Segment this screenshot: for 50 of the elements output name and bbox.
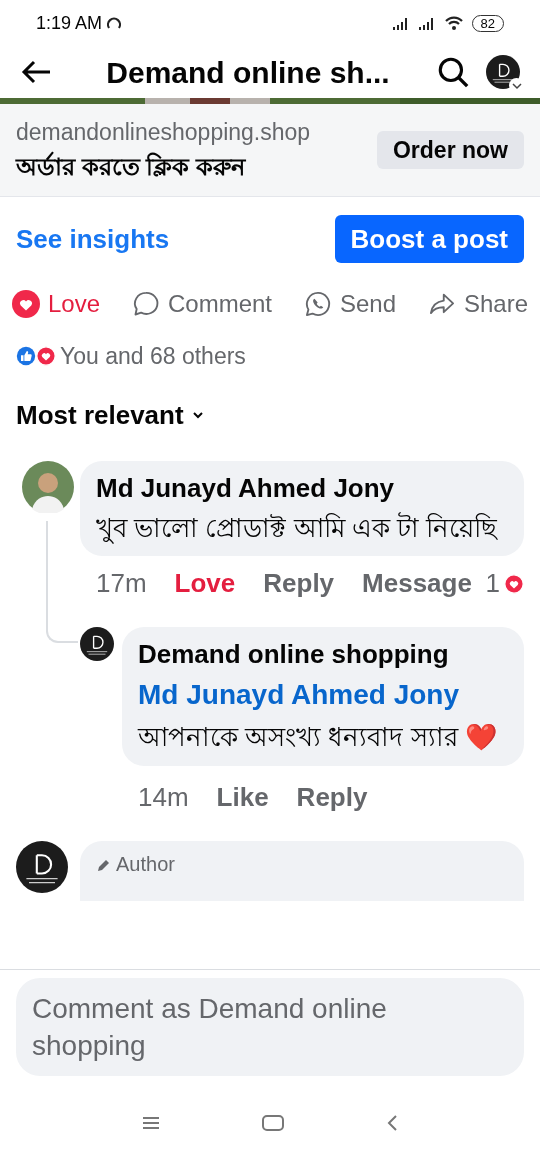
avatar-icon — [22, 461, 74, 513]
pencil-icon — [96, 857, 112, 873]
speech-bubble-icon — [132, 290, 160, 318]
order-now-button[interactable]: Order now — [377, 131, 524, 169]
signal-icon — [391, 16, 410, 30]
reply-text: আপনাকে অসংখ্য ধন্যবাদ স্যার ❤ — [138, 721, 498, 754]
home-icon[interactable] — [261, 1114, 285, 1132]
back-icon[interactable] — [385, 1114, 399, 1132]
loading-icon — [106, 15, 123, 31]
reaction-count: 1 — [485, 567, 500, 600]
comment-text: খুব ভালো প্রোডাক্ট আমি এক টা নিয়েছি — [96, 511, 499, 546]
wifi-icon — [443, 15, 464, 31]
comment-field[interactable]: Comment as Demand online shopping — [16, 978, 524, 1076]
chevron-down-icon — [191, 411, 204, 419]
signal-icon — [417, 16, 436, 30]
love-reaction-icon — [504, 573, 524, 594]
sort-dropdown[interactable]: Most relevant — [16, 393, 204, 437]
comment-author[interactable]: Md Junayd Ahmed Jony — [96, 469, 508, 508]
menu-icon[interactable] — [141, 1115, 161, 1131]
love-reaction-icon — [36, 346, 56, 366]
link-domain: demandonlineshopping.shop — [16, 117, 312, 147]
link-preview[interactable]: demandonlineshopping.shop অর্ডার করতে ক্লিক করুন Order now — [0, 104, 540, 196]
page-logo-icon — [16, 841, 68, 893]
comment-time: 14m — [138, 781, 189, 814]
react-button[interactable]: Love — [174, 564, 236, 603]
page-logo-icon — [486, 55, 520, 89]
whatsapp-icon — [303, 290, 332, 318]
reply-button[interactable]: Reply — [296, 778, 368, 817]
author-label: Author — [116, 853, 175, 875]
like-reaction-icon — [16, 346, 36, 366]
page-logo-icon — [80, 627, 114, 661]
status-time: 1:19 AM — [36, 11, 103, 35]
link-headline: অর্ডার করতে ক্লিক করুন — [16, 150, 247, 183]
share-button[interactable]: Share — [427, 286, 528, 322]
reply-button[interactable]: Reply — [263, 564, 335, 603]
comment-button[interactable]: Comment — [132, 286, 272, 322]
search-button[interactable] — [436, 55, 470, 89]
mention-link[interactable]: Md Junayd Ahmed Jony — [138, 674, 508, 716]
love-button[interactable]: Love — [12, 286, 101, 322]
message-button[interactable]: Message — [362, 564, 472, 603]
react-button[interactable]: Like — [216, 778, 269, 817]
see-insights-link[interactable]: See insights — [16, 219, 170, 259]
send-button[interactable]: Send — [303, 286, 396, 322]
page-title: Demand online sh... — [105, 54, 391, 91]
comment-time: 17m — [96, 567, 147, 600]
reply-author[interactable]: Demand online shopping — [138, 635, 508, 674]
boost-post-button[interactable]: Boost a post — [334, 215, 524, 263]
profile-switcher[interactable] — [486, 55, 520, 89]
chevron-down-icon — [511, 81, 522, 90]
reaction-summary: You and 68 others — [60, 341, 246, 371]
